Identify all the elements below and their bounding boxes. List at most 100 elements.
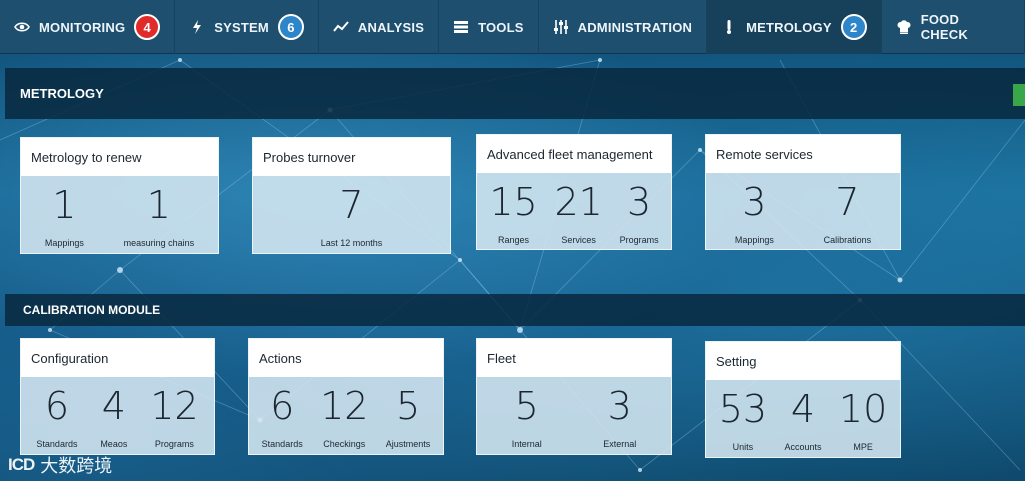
metric-label: Standards [36,439,78,449]
eye-icon [14,19,30,35]
metric-label: Ranges [498,235,530,245]
nav-item-food-check[interactable]: FOOD CHECK [882,0,1025,54]
metric[interactable]: 1 measuring chains [124,176,195,248]
metric-value: 12 [150,384,199,428]
nav-item-metrology[interactable]: METROLOGY 2 [707,0,882,54]
metric-label: MPE [853,442,873,452]
alert-count-badge: 4 [134,14,161,40]
metric-value: 3 [742,180,767,224]
metric-value: 7 [339,183,364,227]
metric-value: 5 [514,384,539,428]
metric[interactable]: 4 Meaos [100,377,127,449]
metric-label: Checkings [323,439,366,449]
watermark: ICD 大数跨境 [8,452,112,478]
metric[interactable]: 12 Checkings [320,377,368,449]
card-title: Advanced fleet management [477,135,671,173]
metric[interactable]: 3 Mappings [735,173,774,245]
metric[interactable]: 15 Ranges [489,173,537,245]
metric-value: 1 [52,183,77,227]
metric-label: Programs [154,439,194,449]
metric[interactable]: 6 Standards [262,377,303,449]
metric-label: External [603,439,637,449]
card-title: Remote services [706,135,900,173]
metric-value: 15 [489,180,538,224]
card-title: Fleet [477,339,671,377]
card-advanced-fleet-management[interactable]: Advanced fleet management 15 Ranges 21 S… [476,134,672,250]
metric[interactable]: 10 MPE [839,380,887,452]
card-setting[interactable]: Setting 53 Units 4 Accounts 10 MPE [705,341,901,458]
watermark-text: 大数跨境 [40,456,113,476]
metric-label: Programs [619,235,659,245]
metric[interactable]: 3 External [603,377,636,449]
metric[interactable]: 3 Programs [620,173,659,245]
metric-value: 10 [838,387,888,431]
card-actions[interactable]: Actions 6 Standards 12 Checkings 5 Ajust… [248,338,444,455]
metric[interactable]: 4 Accounts [784,380,821,452]
metric-value: 21 [554,180,603,224]
metric[interactable]: 6 Standards [36,377,77,449]
metric-label: Ajustments [385,439,431,449]
server-icon [453,19,469,35]
card-fleet[interactable]: Fleet 5 Internal 3 External [476,338,672,455]
metric-label: Mappings [734,235,774,245]
metric-label: Meaos [100,439,128,449]
nav-item-tools[interactable]: TOOLS [439,0,539,54]
metric-value: 6 [270,384,295,428]
count-badge: 6 [277,14,304,40]
nav-label: SYSTEM [214,19,269,35]
metric-value: 4 [101,384,126,428]
card-title: Configuration [21,339,214,377]
card-title: Probes turnover [253,138,450,176]
metric[interactable]: 21 Services [554,173,602,245]
section-header-metrology: METROLOGY [5,68,1025,119]
nav-item-monitoring[interactable]: MONITORING 4 [0,0,176,54]
metric-label: Services [561,235,596,245]
metric-label: Calibrations [823,235,872,245]
side-tab-button[interactable] [1013,84,1025,106]
card-probes-turnover[interactable]: Probes turnover 7 Last 12 months [252,137,451,254]
count-badge: 2 [840,14,867,40]
metric-label: Last 12 months [320,238,383,248]
nav-item-administration[interactable]: ADMINISTRATION [539,0,708,54]
nav-label: MONITORING [39,19,126,35]
card-title: Actions [249,339,443,377]
metric-value: 3 [627,180,652,224]
metric-value: 4 [790,387,816,431]
trend-icon [333,19,349,35]
metric-label: measuring chains [123,238,195,248]
card-metrology-to-renew[interactable]: Metrology to renew 1 Mappings 1 measurin… [20,137,219,254]
nav-item-analysis[interactable]: ANALYSIS [319,0,440,54]
metric-value: 7 [835,180,860,224]
sliders-icon [553,19,569,35]
metric-label: Standards [261,439,303,449]
nav-label: TOOLS [478,19,524,35]
metric-label: Accounts [784,442,822,452]
top-navigation: MONITORING 4 SYSTEM 6 ANALYSIS TOOLS ADM… [0,0,1025,54]
metric[interactable]: 7 Calibrations [824,173,872,245]
metric-label: Units [732,442,754,452]
nav-label: FOOD CHECK [920,12,968,42]
chef-hat-icon [896,19,912,35]
metric-label: Mappings [44,238,84,248]
metric-value: 6 [44,384,70,428]
metric-value: 5 [395,384,421,428]
metric[interactable]: 7 Last 12 months [321,176,383,248]
metric-label: Internal [511,439,542,449]
card-remote-services[interactable]: Remote services 3 Mappings 7 Calibration… [705,134,901,250]
metric[interactable]: 12 Programs [150,377,198,449]
metric-value: 1 [146,183,171,227]
section-header-calibration: CALIBRATION MODULE [5,294,1025,326]
nav-label: ANALYSIS [357,19,425,35]
card-title: Metrology to renew [21,138,218,176]
nav-item-system[interactable]: SYSTEM 6 [175,0,319,54]
metric[interactable]: 1 Mappings [45,176,84,248]
nav-label: ADMINISTRATION [577,19,693,35]
metric-value: 53 [718,387,768,431]
metric[interactable]: 5 Internal [512,377,542,449]
metric[interactable]: 5 Ajustments [386,377,431,449]
watermark-logo: ICD [8,455,35,474]
card-configuration[interactable]: Configuration 6 Standards 4 Meaos 12 Pro… [20,338,215,455]
metric[interactable]: 53 Units [719,380,767,452]
thermometer-icon [721,19,737,35]
metric-value: 3 [607,384,632,428]
